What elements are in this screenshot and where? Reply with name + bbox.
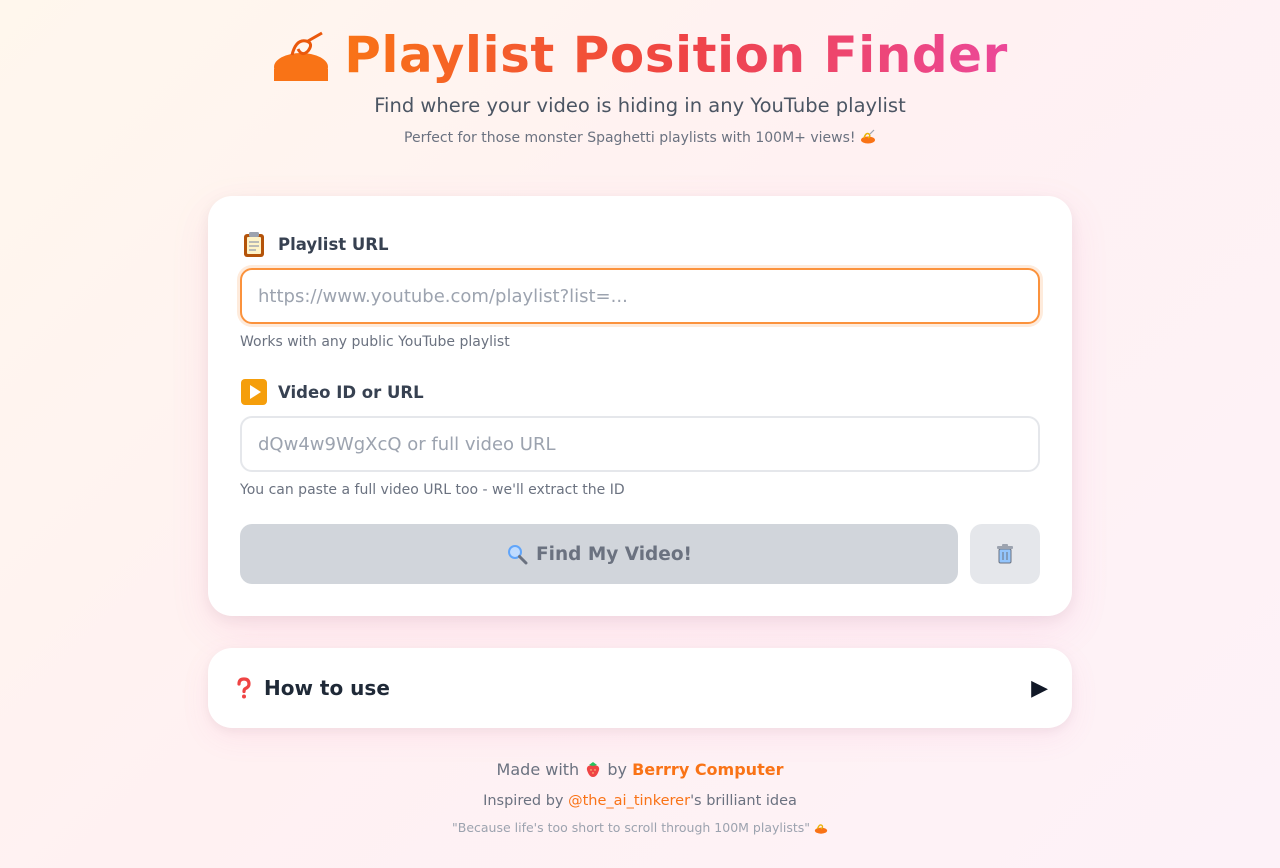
spaghetti-icon: [860, 129, 875, 144]
page-tagline: Perfect for those monster Spaghetti play…: [0, 129, 1280, 146]
inspired-prefix: Inspired by: [483, 793, 564, 809]
find-video-button-label: Find My Video!: [535, 543, 692, 565]
video-id-input[interactable]: [240, 416, 1040, 472]
video-id-label-text: Video ID or URL: [278, 382, 424, 402]
made-with-text: Made with: [496, 760, 580, 779]
inspired-handle-link[interactable]: @the_ai_tinkerer: [568, 793, 690, 809]
playlist-url-input[interactable]: [240, 268, 1040, 324]
title-row: Playlist Position Finder: [0, 24, 1280, 86]
magnifier-icon: [507, 545, 528, 565]
playlist-url-label-text: Playlist URL: [278, 234, 389, 254]
playlist-url-label: Playlist URL: [240, 230, 389, 258]
expand-arrow-icon: ▶: [1031, 675, 1048, 701]
clear-button[interactable]: [970, 524, 1040, 584]
by-text: by: [607, 760, 627, 779]
clipboard-icon: [244, 232, 264, 257]
video-id-label: Video ID or URL: [240, 378, 424, 406]
strawberry-icon: [587, 762, 600, 777]
spaghetti-icon: [814, 824, 828, 834]
footer-made-with: Made with by Berrry Computer: [0, 760, 1280, 779]
find-video-button[interactable]: Find My Video!: [240, 524, 958, 584]
page-title: Playlist Position Finder: [344, 26, 1008, 84]
footer-quote: "Because life's too short to scroll thro…: [0, 820, 1280, 835]
playlist-url-hint: Works with any public YouTube playlist: [240, 334, 510, 350]
play-button-icon: [241, 379, 267, 405]
brand-link[interactable]: Berrry Computer: [632, 760, 783, 779]
footer-inspired: Inspired by @the_ai_tinkerer's brilliant…: [0, 793, 1280, 809]
tagline-text: Perfect for those monster Spaghetti play…: [404, 130, 856, 146]
how-to-use-title: How to use: [264, 676, 390, 700]
spaghetti-bowl-icon: [274, 31, 329, 81]
search-form-card: Playlist URL Works with any public YouTu…: [208, 196, 1072, 616]
quote-text: "Because life's too short to scroll thro…: [452, 820, 811, 835]
video-id-hint: You can paste a full video URL too - we'…: [240, 482, 625, 498]
how-to-use-toggle[interactable]: How to use ▶: [208, 648, 1072, 728]
inspired-suffix: 's brilliant idea: [690, 793, 797, 809]
question-mark-icon: [237, 677, 251, 699]
page-subtitle: Find where your video is hiding in any Y…: [374, 94, 906, 117]
trash-icon: [997, 544, 1013, 564]
